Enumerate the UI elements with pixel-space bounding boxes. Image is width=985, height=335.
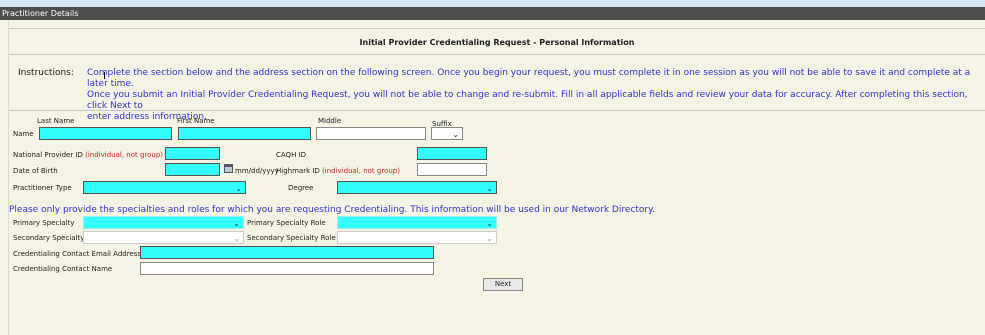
caqh-input[interactable]: [417, 147, 487, 160]
instructions-label: Instructions:: [18, 68, 74, 78]
contact-email-label: Credentialing Contact Email Address: [13, 250, 142, 258]
last-name-input[interactable]: [39, 127, 172, 140]
primary-specialty-select[interactable]: ⌄: [83, 216, 244, 229]
text-cursor-icon: I: [103, 71, 106, 82]
caqh-label: CAQH ID: [276, 151, 307, 159]
first-name-label: First Name: [177, 117, 215, 125]
page-title: Initial Provider Credentialing Request -…: [9, 28, 985, 55]
instructions-text: Complete the section below and the addre…: [87, 68, 971, 122]
npi-label: National Provider ID (individual, not gr…: [13, 151, 164, 159]
last-name-label: Last Name: [37, 117, 75, 125]
divider: [9, 110, 985, 111]
left-border: [8, 20, 9, 335]
middle-label: Middle: [318, 117, 342, 125]
dob-format-hint: mm/dd/yyyy: [235, 167, 279, 175]
chevron-down-icon: ⌄: [235, 184, 242, 193]
dob-input[interactable]: [165, 163, 220, 176]
primary-specialty-role-select[interactable]: ⌄: [337, 216, 497, 229]
secondary-specialty-label: Secondary Specialty: [13, 234, 85, 242]
section-header: Practitioner Details: [0, 7, 985, 20]
secondary-specialty-role-select[interactable]: ⌄: [337, 231, 497, 244]
npi-input[interactable]: [165, 147, 220, 160]
degree-select[interactable]: ⌄: [337, 181, 497, 194]
highmark-label: Highmark ID (individual, not group): [276, 167, 400, 175]
chevron-down-icon: ⌄: [486, 219, 493, 228]
specialty-note: Please only provide the specialties and …: [9, 205, 655, 215]
chevron-down-icon: ⌄: [233, 234, 240, 243]
contact-name-label: Credentialing Contact Name: [13, 265, 113, 273]
secondary-specialty-role-label: Secondary Specialty Role: [247, 234, 336, 242]
next-button[interactable]: Next: [483, 278, 523, 291]
chevron-down-icon: ⌄: [452, 130, 459, 139]
dob-label: Date of Birth: [13, 167, 58, 175]
primary-specialty-label: Primary Specialty: [13, 219, 75, 227]
degree-label: Degree: [288, 184, 314, 192]
chevron-down-icon: ⌄: [233, 219, 240, 228]
browser-top-strip: [0, 0, 985, 7]
secondary-specialty-select[interactable]: ⌄: [83, 231, 244, 244]
contact-name-input[interactable]: [140, 262, 434, 275]
first-name-input[interactable]: [178, 127, 311, 140]
practitioner-type-label: Practitioner Type: [13, 184, 72, 192]
primary-specialty-role-label: Primary Specialty Role: [247, 219, 326, 227]
middle-name-input[interactable]: [316, 127, 426, 140]
name-label: Name: [13, 130, 34, 138]
calendar-icon[interactable]: [224, 164, 233, 173]
chevron-down-icon: ⌄: [486, 184, 493, 193]
contact-email-input[interactable]: [140, 246, 434, 259]
chevron-down-icon: ⌄: [486, 234, 493, 243]
practitioner-type-select[interactable]: ⌄: [83, 181, 246, 194]
suffix-select[interactable]: ⌄: [431, 127, 463, 140]
highmark-input[interactable]: [417, 163, 487, 176]
